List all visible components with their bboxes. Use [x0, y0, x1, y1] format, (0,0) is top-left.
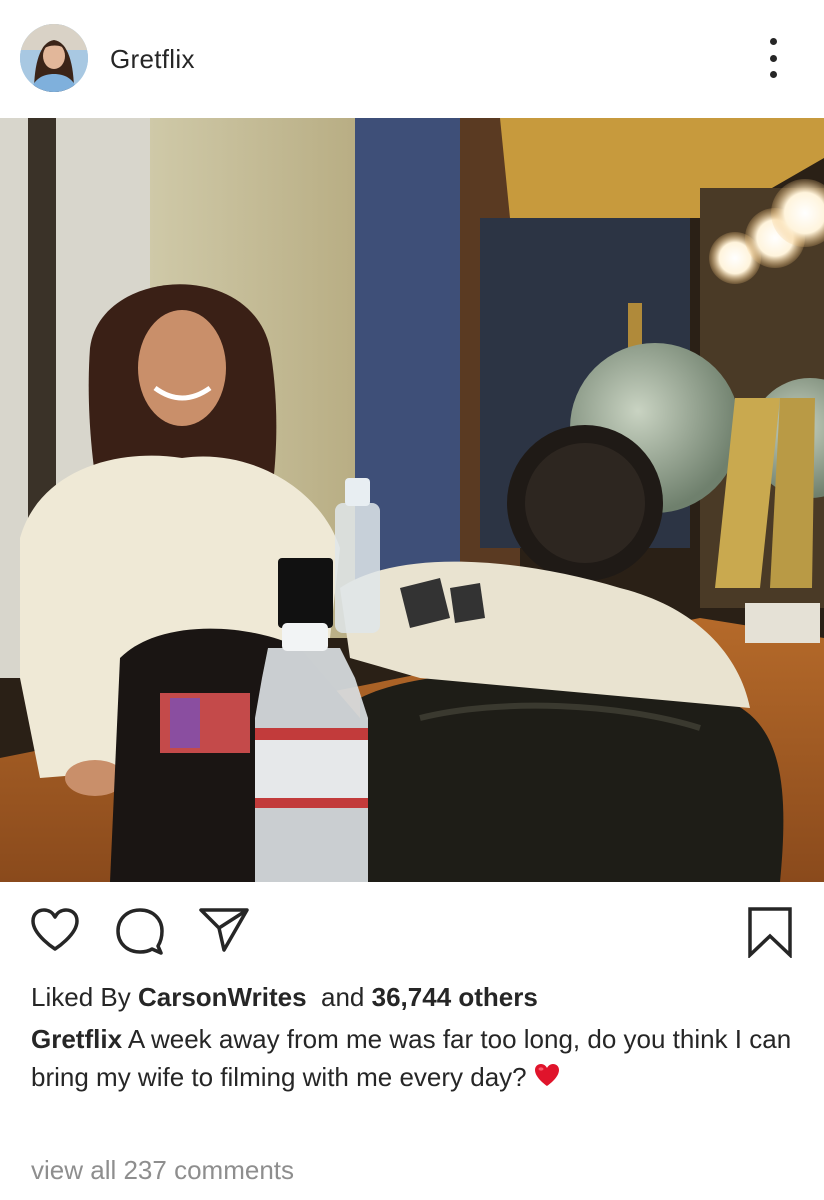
post-username[interactable]: Gretflix	[110, 44, 195, 75]
view-comments-link[interactable]: view all 237 comments	[31, 1155, 294, 1186]
comment-bubble-icon[interactable]	[114, 906, 166, 961]
post-caption: Gretflix A week away from me was far too…	[31, 1020, 801, 1098]
post-photo[interactable]	[0, 118, 824, 882]
action-bar	[0, 882, 824, 972]
profile-avatar[interactable]	[20, 24, 88, 92]
likes-prefix: Liked By	[31, 982, 131, 1012]
likes-others[interactable]: 36,744 others	[372, 982, 538, 1012]
caption-username[interactable]: Gretflix	[31, 1024, 122, 1054]
post-header: Gretflix	[0, 0, 824, 118]
red-heart-emoji	[533, 1060, 561, 1098]
liked-by-user[interactable]: CarsonWrites	[138, 982, 307, 1012]
likes-summary: Liked By CarsonWrites and 36,744 others	[31, 982, 538, 1013]
more-options-icon[interactable]	[758, 38, 788, 78]
paper-plane-icon[interactable]	[198, 906, 250, 959]
likes-middle: and	[321, 982, 365, 1012]
bookmark-icon[interactable]	[747, 906, 793, 963]
heart-outline-icon[interactable]	[29, 907, 81, 958]
caption-text: A week away from me was far too long, do…	[31, 1024, 792, 1092]
